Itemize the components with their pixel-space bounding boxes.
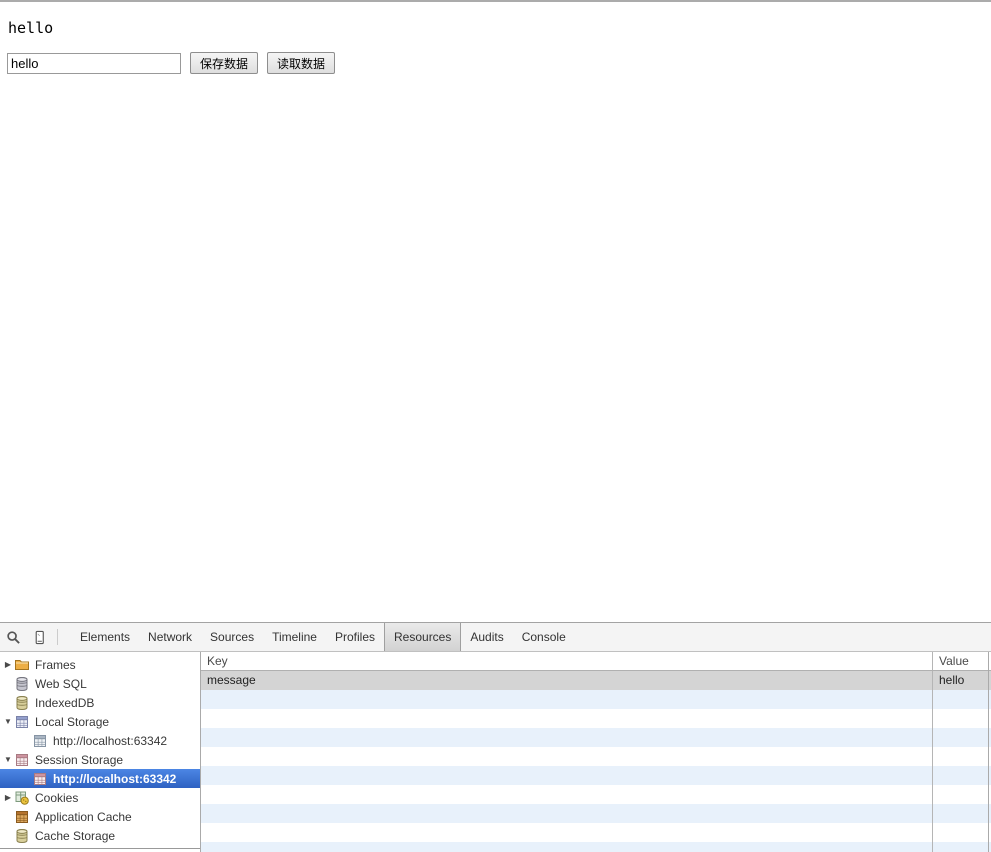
cell-key[interactable]: [201, 728, 933, 747]
devtools-panel: Elements Network Sources Timeline Profiles Re…: [0, 622, 991, 852]
tab-sources[interactable]: Sources: [201, 623, 263, 651]
sidebar-bottom-divider: [0, 848, 200, 849]
sidebar-item-label: Cookies: [35, 790, 79, 805]
empty-row[interactable]: [201, 785, 991, 804]
sidebar-item-cookies[interactable]: ▶ Cookies: [0, 788, 200, 807]
database-yellow-icon: [14, 695, 30, 711]
device-mode-icon[interactable]: [26, 623, 52, 651]
sidebar-item-label: http://localhost:63342: [53, 733, 168, 748]
cell-key[interactable]: [201, 785, 933, 804]
cell-value[interactable]: [933, 728, 991, 747]
cell-value[interactable]: [933, 766, 991, 785]
cell-key[interactable]: message: [201, 671, 933, 690]
sidebar-item-label: Application Cache: [35, 809, 132, 824]
table-pink-icon: [14, 752, 30, 768]
cell-value[interactable]: [933, 785, 991, 804]
sidebar-item-frames[interactable]: ▶ Frames: [0, 655, 200, 674]
cell-key[interactable]: [201, 823, 933, 842]
tab-network[interactable]: Network: [139, 623, 201, 651]
chevron-right-icon[interactable]: ▶: [2, 788, 14, 807]
storage-row[interactable]: message hello: [201, 671, 991, 690]
empty-row[interactable]: [201, 709, 991, 728]
sidebar-item-label: IndexedDB: [35, 695, 95, 710]
page-text: hello: [8, 19, 54, 37]
empty-row[interactable]: [201, 728, 991, 747]
devtools-content: ▶ Frames Web SQL IndexedDB ▼ Local Storage htt…: [0, 652, 991, 852]
chevron-down-icon[interactable]: ▼: [2, 750, 14, 769]
sidebar-item-local-storage[interactable]: ▼ Local Storage: [0, 712, 200, 731]
sidebar-item-application-cache[interactable]: Application Cache: [0, 807, 200, 826]
sidebar-item-label: Frames: [35, 657, 76, 672]
cell-key[interactable]: [201, 804, 933, 823]
column-header-value[interactable]: Value: [933, 652, 991, 670]
sidebar-item-session-storage[interactable]: ▼ Session Storage: [0, 750, 200, 769]
chevron-down-icon[interactable]: ▼: [2, 712, 14, 731]
empty-row[interactable]: [201, 690, 991, 709]
sidebar-item-cache-storage[interactable]: Cache Storage: [0, 826, 200, 845]
tab-elements[interactable]: Elements: [71, 623, 139, 651]
sidebar-item-label: http://localhost:63342: [53, 771, 177, 786]
tab-timeline[interactable]: Timeline: [263, 623, 326, 651]
resources-sidebar: ▶ Frames Web SQL IndexedDB ▼ Local Storage htt…: [0, 652, 201, 852]
sidebar-item-label: Web SQL: [35, 676, 87, 691]
empty-row[interactable]: [201, 747, 991, 766]
column-header-key[interactable]: Key: [201, 652, 933, 670]
empty-row[interactable]: [201, 823, 991, 842]
cookies-icon: [14, 790, 30, 806]
storage-items-grid: Key Value message hello: [201, 652, 991, 852]
empty-row[interactable]: [201, 766, 991, 785]
table-orange-icon: [14, 809, 30, 825]
message-input[interactable]: [7, 52, 181, 74]
sidebar-item-http-localhost-63342[interactable]: http://localhost:63342: [0, 731, 200, 750]
tab-audits[interactable]: Audits: [461, 623, 512, 651]
table-pink-icon: [32, 771, 48, 787]
grid-header: Key Value: [201, 652, 991, 671]
sidebar-item-http-localhost-63342[interactable]: http://localhost:63342: [0, 769, 200, 788]
tab-resources[interactable]: Resources: [384, 623, 462, 651]
cell-key[interactable]: [201, 766, 933, 785]
cell-value[interactable]: hello: [933, 671, 991, 690]
cell-value[interactable]: [933, 690, 991, 709]
sidebar-item-label: Local Storage: [35, 714, 110, 729]
cell-key[interactable]: [201, 842, 933, 852]
page-controls: 保存数据 读取数据: [7, 52, 336, 74]
cell-key[interactable]: [201, 709, 933, 728]
sidebar-item-web-sql[interactable]: Web SQL: [0, 674, 200, 693]
cell-key[interactable]: [201, 747, 933, 766]
web-page: hello 保存数据 读取数据: [0, 2, 991, 622]
save-data-button[interactable]: 保存数据: [190, 52, 259, 74]
database-yellow-icon: [14, 828, 30, 844]
grid-right-divider: [988, 652, 989, 852]
sidebar-item-indexeddb[interactable]: IndexedDB: [0, 693, 200, 712]
table-plain-icon: [32, 733, 48, 749]
table-blue-icon: [14, 714, 30, 730]
sidebar-item-label: Session Storage: [35, 752, 124, 767]
devtools-tabs: Elements Network Sources Timeline Profiles Re…: [71, 623, 575, 651]
cell-value[interactable]: [933, 709, 991, 728]
sidebar-item-label: Cache Storage: [35, 828, 116, 843]
cell-value[interactable]: [933, 747, 991, 766]
database-gray-icon: [14, 676, 30, 692]
folder-icon: [14, 657, 30, 673]
tab-console[interactable]: Console: [513, 623, 575, 651]
cell-value[interactable]: [933, 823, 991, 842]
chevron-right-icon[interactable]: ▶: [2, 655, 14, 674]
toolbar-separator: [57, 629, 58, 645]
cell-value[interactable]: [933, 842, 991, 852]
tab-profiles[interactable]: Profiles: [326, 623, 384, 651]
search-icon[interactable]: [0, 623, 26, 651]
empty-row[interactable]: [201, 842, 991, 852]
read-data-button[interactable]: 读取数据: [267, 52, 336, 74]
cell-value[interactable]: [933, 804, 991, 823]
cell-key[interactable]: [201, 690, 933, 709]
devtools-toolbar: Elements Network Sources Timeline Profiles Re…: [0, 623, 991, 652]
empty-row[interactable]: [201, 804, 991, 823]
